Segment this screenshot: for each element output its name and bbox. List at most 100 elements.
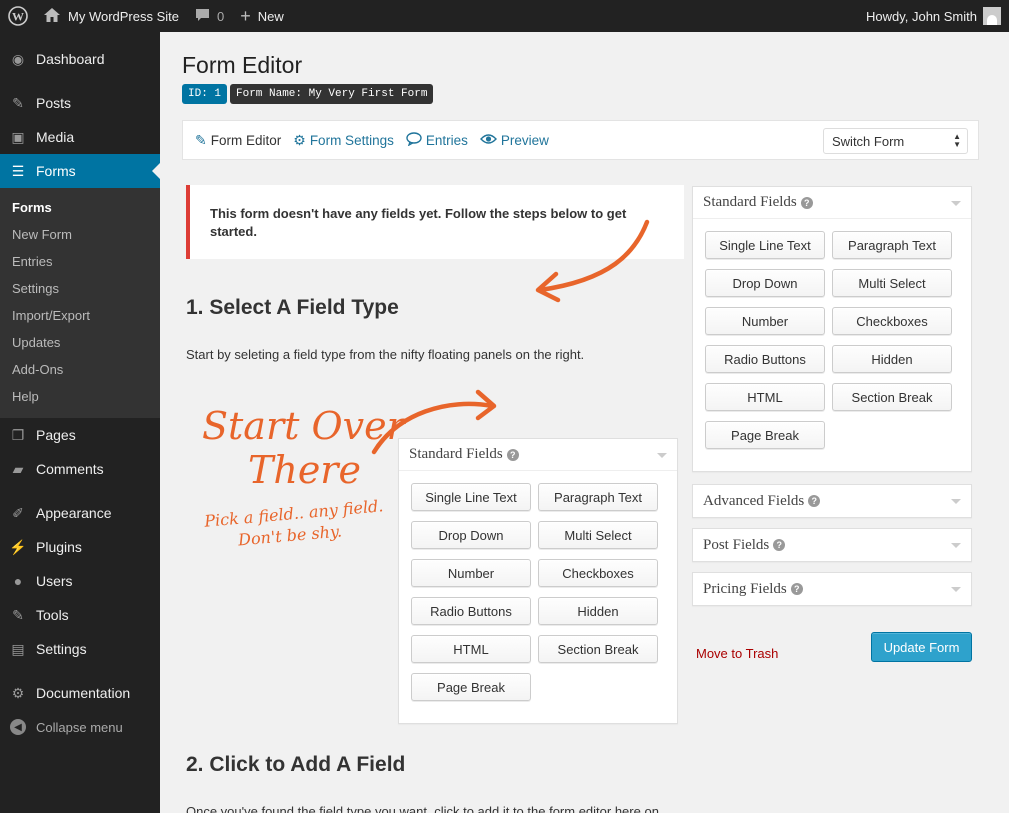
page-title: Form Editor — [182, 52, 303, 78]
switch-form-select[interactable]: Switch Form ▲ ▼ — [823, 128, 968, 154]
help-icon[interactable]: ? — [800, 196, 813, 209]
field-button-drop-down[interactable]: Drop Down — [705, 269, 825, 297]
field-button-hidden[interactable]: Hidden — [538, 597, 658, 625]
field-button-html[interactable]: HTML — [705, 383, 825, 411]
wordpress-logo-icon[interactable]: W — [0, 0, 36, 32]
panel-title: Advanced Fields — [703, 492, 805, 509]
collapse-arrow-icon[interactable] — [951, 543, 961, 548]
field-grid: Single Line Text Paragraph Text Drop Dow… — [693, 219, 971, 449]
paintbrush-icon: ✐ — [12, 504, 24, 521]
help-icon[interactable]: ? — [773, 539, 786, 551]
field-button-single-line-text[interactable]: Single Line Text — [411, 483, 531, 511]
site-name: My WordPress Site — [68, 8, 180, 24]
move-to-trash-link[interactable]: Move to Trash — [696, 646, 778, 661]
tab-form-settings[interactable]: ⚙ Form Settings — [293, 132, 394, 149]
menu-label: Posts — [36, 95, 72, 111]
switch-form-value: Switch Form — [832, 133, 905, 149]
field-button-hidden[interactable]: Hidden — [832, 345, 952, 373]
help-icon[interactable]: ? — [808, 495, 821, 507]
field-button-checkboxes[interactable]: Checkboxes — [538, 559, 658, 587]
field-button-radio-buttons[interactable]: Radio Buttons — [411, 597, 531, 625]
submenu-updates[interactable]: Updates — [0, 329, 160, 356]
field-button-page-break[interactable]: Page Break — [705, 421, 825, 449]
tab-entries[interactable]: Entries — [406, 131, 468, 149]
field-button-paragraph-text[interactable]: Paragraph Text — [832, 231, 952, 259]
field-button-html[interactable]: HTML — [411, 635, 531, 663]
menu-label: Settings — [36, 641, 87, 657]
site-name-link[interactable]: My WordPress Site — [36, 0, 187, 32]
field-button-single-line-text[interactable]: Single Line Text — [705, 231, 825, 259]
menu-tools[interactable]: ✎ Tools — [0, 598, 160, 632]
menu-appearance[interactable]: ✐ Appearance — [0, 496, 160, 530]
comments-count: 0 — [217, 8, 225, 24]
new-label: New — [257, 8, 284, 24]
sliders-icon: ▤ — [11, 640, 25, 657]
menu-pages[interactable]: ❐ Pages — [0, 418, 160, 452]
submenu-help[interactable]: Help — [0, 383, 160, 410]
panel-header[interactable]: Standard Fields ? — [399, 439, 677, 471]
help-icon[interactable]: ? — [790, 583, 803, 595]
menu-label: Collapse menu — [36, 719, 123, 735]
submenu-settings[interactable]: Settings — [0, 275, 160, 302]
post-fields-panel: Post Fields ? — [692, 528, 972, 562]
collapse-menu-button[interactable]: ◀ Collapse menu — [0, 710, 160, 744]
plug-icon: ⚡ — [9, 538, 27, 555]
tab-preview[interactable]: Preview — [479, 132, 549, 148]
comments-link[interactable]: 0 — [187, 0, 232, 32]
tab-label: Form Settings — [309, 132, 394, 148]
account-menu[interactable]: Howdy, John Smith — [858, 0, 1009, 32]
submenu-entries[interactable]: Entries — [0, 248, 160, 275]
submenu-forms[interactable]: Forms — [0, 194, 160, 221]
submenu-new-form[interactable]: New Form — [0, 221, 160, 248]
panel-header[interactable]: Post Fields ? — [693, 529, 971, 561]
menu-comments[interactable]: ▰ Comments — [0, 452, 160, 486]
menu-documentation[interactable]: ⚙ Documentation — [0, 676, 160, 710]
help-icon[interactable]: ? — [506, 448, 519, 461]
form-id-badge: ID: 1 — [182, 84, 228, 104]
menu-posts[interactable]: ✎ Posts — [0, 86, 160, 120]
menu-settings[interactable]: ▤ Settings — [0, 632, 160, 666]
field-button-paragraph-text[interactable]: Paragraph Text — [538, 483, 658, 511]
field-button-radio-buttons[interactable]: Radio Buttons — [705, 345, 825, 373]
form-name-badge: Form Name: My Very First Form — [230, 84, 434, 104]
comments-icon: ▰ — [12, 460, 24, 477]
collapse-arrow-icon[interactable] — [951, 587, 961, 592]
admin-bar: W My WordPress Site 0 + New Howdy, John … — [0, 0, 1009, 32]
field-button-section-break[interactable]: Section Break — [538, 635, 658, 663]
field-button-page-break[interactable]: Page Break — [411, 673, 531, 701]
menu-forms[interactable]: ☰ Forms — [0, 154, 160, 188]
field-button-drop-down[interactable]: Drop Down — [411, 521, 531, 549]
menu-media[interactable]: ▣ Media — [0, 120, 160, 154]
field-button-section-break[interactable]: Section Break — [832, 383, 952, 411]
forms-icon: ☰ — [11, 162, 25, 179]
field-button-multi-select[interactable]: Multi Select — [832, 269, 952, 297]
new-content-link[interactable]: + New — [232, 0, 292, 32]
panel-header[interactable]: Advanced Fields ? — [693, 485, 971, 517]
menu-users[interactable]: ● Users — [0, 564, 160, 598]
edit-icon: ✎ — [195, 131, 207, 148]
panel-header[interactable]: Standard Fields ? — [693, 187, 971, 219]
tab-form-editor[interactable]: ✎ Form Editor — [195, 132, 281, 149]
menu-label: Tools — [36, 607, 69, 623]
menu-label: Plugins — [36, 539, 82, 555]
main-content: Form Editor ID: 1 Form Name: My Very Fir… — [160, 32, 1009, 813]
menu-plugins[interactable]: ⚡ Plugins — [0, 530, 160, 564]
form-toolbar: ✎ Form Editor ⚙ Form Settings Entries Pr… — [182, 120, 979, 160]
collapse-arrow-icon[interactable] — [951, 201, 961, 206]
submenu-add-ons[interactable]: Add-Ons — [0, 356, 160, 383]
field-button-checkboxes[interactable]: Checkboxes — [832, 307, 952, 335]
update-form-button[interactable]: Update Form — [871, 632, 972, 662]
panel-header[interactable]: Pricing Fields ? — [693, 573, 971, 605]
collapse-arrow-icon[interactable] — [657, 453, 667, 458]
field-button-number[interactable]: Number — [705, 307, 825, 335]
collapse-arrow-icon[interactable] — [951, 499, 961, 504]
plus-icon: + — [240, 6, 251, 26]
panel-title: Post Fields — [703, 536, 770, 553]
submenu-import-export[interactable]: Import/Export — [0, 302, 160, 329]
user-icon: ● — [13, 573, 23, 589]
step-1-text: Start by seleting a field type from the … — [186, 347, 585, 362]
menu-dashboard[interactable]: ◉ Dashboard — [0, 42, 160, 76]
field-button-multi-select[interactable]: Multi Select — [538, 521, 658, 549]
field-button-number[interactable]: Number — [411, 559, 531, 587]
panel-title: Pricing Fields — [703, 580, 787, 597]
